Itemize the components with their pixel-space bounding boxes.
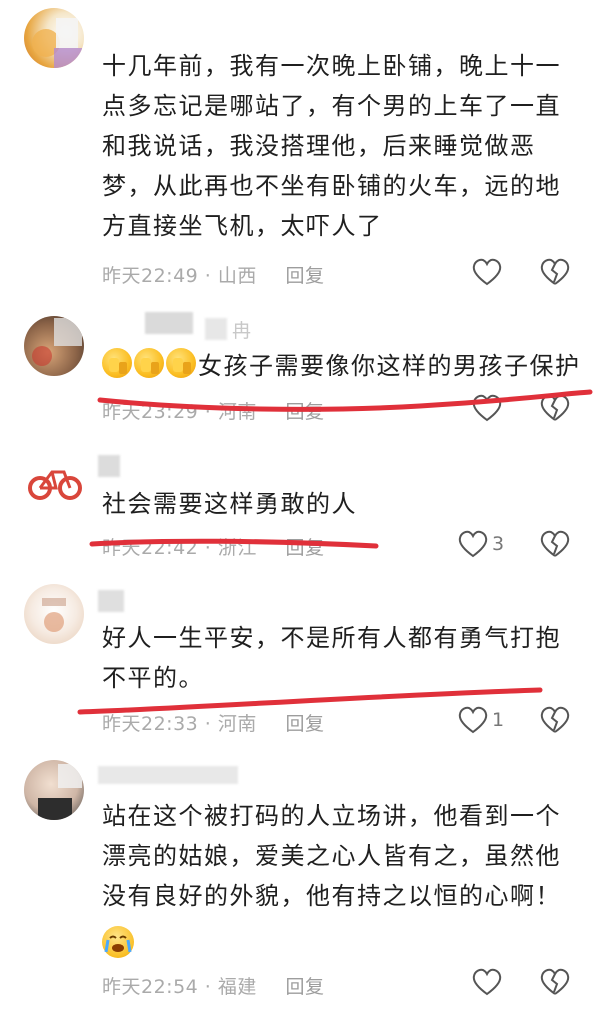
- crying-emoji: [102, 926, 134, 958]
- like-button[interactable]: [472, 968, 502, 996]
- comment-location: 浙江: [217, 537, 257, 559]
- avatar[interactable]: [24, 8, 84, 68]
- comment-location: 福建: [217, 976, 257, 998]
- thumbs-up-emoji: [166, 348, 196, 378]
- reply-button[interactable]: 回复: [285, 976, 324, 998]
- avatar[interactable]: [24, 760, 84, 820]
- comment-time: 昨天22:33: [102, 713, 199, 735]
- avatar[interactable]: [24, 450, 84, 510]
- comment-time: 昨天22:54: [102, 976, 199, 998]
- blurred-username: [98, 766, 238, 784]
- comment-time: 昨天22:42: [102, 537, 199, 559]
- reply-button[interactable]: 回复: [285, 713, 324, 735]
- comment-location: 山西: [217, 265, 257, 287]
- comment-location: 河南: [217, 401, 257, 423]
- comment-meta: 昨天22:33 · 河南 回复: [102, 713, 325, 735]
- dislike-button[interactable]: [540, 394, 570, 426]
- comment-meta: 昨天22:54 · 福建 回复: [102, 976, 325, 998]
- like-button[interactable]: 1: [458, 706, 504, 734]
- like-button[interactable]: [472, 394, 502, 422]
- blurred-username: [98, 590, 124, 612]
- blurred-username: [98, 455, 120, 477]
- comment-text: 社会需要这样勇敢的人: [102, 490, 357, 518]
- broken-heart-icon: [540, 258, 570, 285]
- blurred-username: [205, 318, 227, 340]
- comment-time: 昨天22:49: [102, 265, 199, 287]
- comment-meta: 昨天22:49 · 山西 回复: [102, 265, 325, 287]
- reply-button[interactable]: 回复: [285, 265, 324, 287]
- dislike-button[interactable]: [540, 706, 570, 738]
- like-count: 3: [492, 533, 505, 555]
- comment-meta: 昨天22:42 · 浙江 回复: [102, 537, 325, 559]
- comment-location: 河南: [217, 713, 257, 735]
- username-fragment: 冉: [232, 320, 252, 342]
- reply-button[interactable]: 回复: [285, 537, 324, 559]
- heart-outline-icon: [472, 968, 502, 996]
- thumbs-up-emoji: [134, 348, 164, 378]
- avatar[interactable]: [24, 316, 84, 376]
- dislike-button[interactable]: [540, 530, 570, 562]
- blurred-username: [145, 312, 193, 334]
- comment-text: 站在这个被打码的人立场讲，他看到一个漂亮的姑娘，爱美之心人皆有之，虽然他没有良好…: [102, 802, 561, 910]
- thumbs-up-emoji: [102, 348, 132, 378]
- heart-outline-icon: [472, 394, 502, 422]
- broken-heart-icon: [540, 706, 570, 733]
- broken-heart-icon: [540, 968, 570, 995]
- dislike-button[interactable]: [540, 968, 570, 1000]
- comment-meta: 昨天23:29 · 河南 回复: [102, 401, 325, 423]
- comment-text: 好人一生平安，不是所有人都有勇气打抱不平的。: [102, 624, 561, 692]
- comment-time: 昨天23:29: [102, 401, 199, 423]
- broken-heart-icon: [540, 394, 570, 421]
- like-count: 1: [492, 709, 505, 731]
- heart-outline-icon: [458, 530, 488, 558]
- comment-text: 女孩子需要像你这样的男孩子保护: [102, 346, 582, 386]
- avatar[interactable]: [24, 584, 84, 644]
- like-button[interactable]: [472, 258, 502, 286]
- broken-heart-icon: [540, 530, 570, 557]
- heart-outline-icon: [472, 258, 502, 286]
- reply-button[interactable]: 回复: [285, 401, 324, 423]
- like-button[interactable]: 3: [458, 530, 504, 558]
- comment-text: 十几年前，我有一次晚上卧铺，晚上十一点多忘记是哪站了，有个男的上车了一直和我说话…: [102, 52, 561, 240]
- heart-outline-icon: [458, 706, 488, 734]
- dislike-button[interactable]: [540, 258, 570, 290]
